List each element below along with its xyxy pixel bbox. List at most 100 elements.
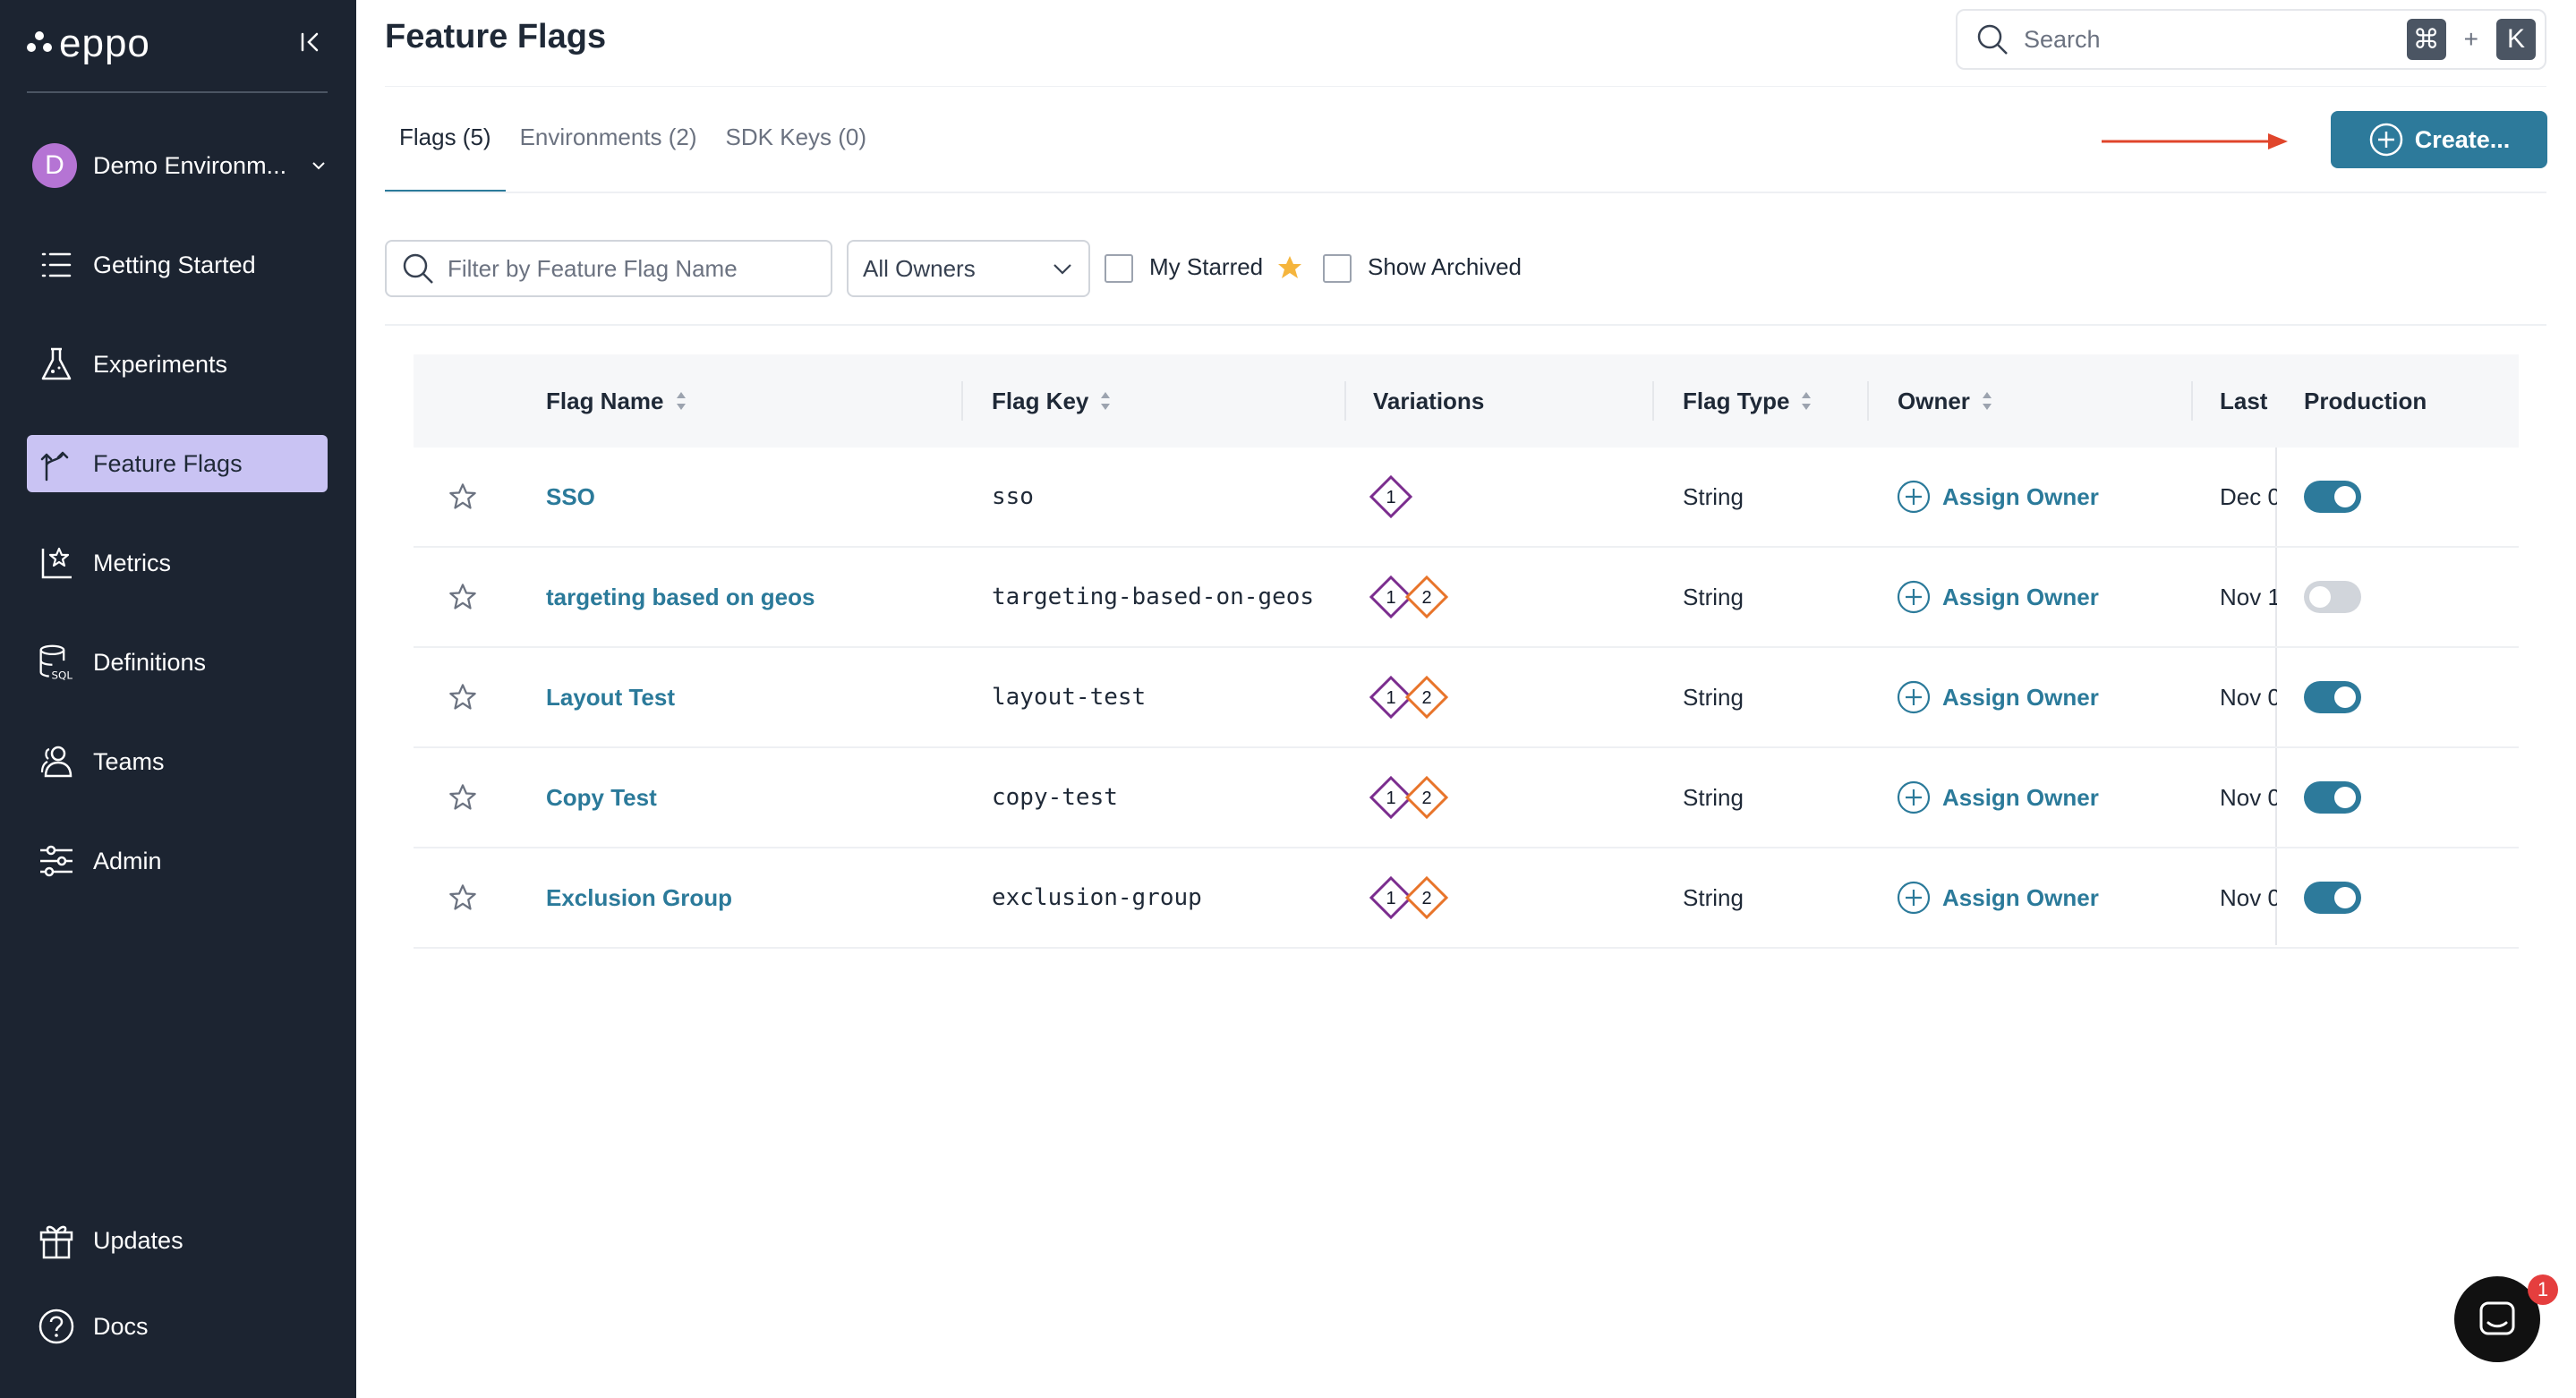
variation-label: 2 (1421, 688, 1431, 708)
sidebar-divider (27, 91, 328, 93)
flag-key: layout-test (992, 684, 1147, 711)
assign-owner-label: Assign Owner (1942, 482, 2099, 510)
global-search[interactable]: Search ⌘ + K (1956, 9, 2546, 70)
gift-icon (38, 1222, 75, 1259)
tabs-divider (385, 192, 2546, 193)
chat-icon (2479, 1301, 2515, 1335)
sort-icon[interactable] (1981, 389, 1993, 413)
variation-label: 1 (1386, 789, 1395, 808)
variation-diamond-icon: 1 (1369, 475, 1412, 518)
flag-name-link[interactable]: targeting based on geos (546, 548, 815, 646)
flag-name-link[interactable]: Copy Test (546, 748, 657, 847)
shortcut-plus: + (2463, 25, 2478, 53)
toggle-knob (2334, 787, 2356, 808)
sidebar-item-feature-flags[interactable]: Feature Flags (27, 435, 328, 492)
logo-text: eppo (59, 21, 150, 65)
filter-placeholder: Filter by Feature Flag Name (448, 254, 738, 282)
sidebar-item-teams[interactable]: Teams (27, 733, 328, 790)
star-icon[interactable] (448, 648, 478, 746)
production-cell (2304, 548, 2361, 646)
star-filled-icon (1278, 256, 1301, 278)
chat-unread-badge: 1 (2528, 1274, 2558, 1305)
toggle-knob (2334, 887, 2356, 908)
my-starred-label: My Starred (1149, 253, 1264, 280)
create-button[interactable]: Create... (2331, 111, 2547, 168)
collapse-sidebar-icon[interactable] (295, 27, 326, 57)
production-toggle[interactable] (2304, 681, 2361, 713)
column-header-production: Production (2304, 354, 2427, 448)
table-row[interactable]: Exclusion Group exclusion-group 1 2 String As… (414, 848, 2519, 949)
eppo-logo[interactable]: eppo (27, 20, 150, 68)
toggle-knob (2309, 586, 2331, 608)
column-header-flag-name[interactable]: Flag Name (546, 354, 687, 448)
tab-environments[interactable]: Environments (2) (506, 115, 712, 193)
sidebar-item-updates[interactable]: Updates (27, 1212, 328, 1269)
toggle-knob (2334, 686, 2356, 708)
star-icon[interactable] (448, 848, 478, 947)
owners-select-value: All Owners (863, 254, 976, 282)
flag-key: targeting-based-on-geos (992, 584, 1315, 610)
column-header-owner[interactable]: Owner (1898, 354, 1993, 448)
production-toggle[interactable] (2304, 481, 2361, 513)
sidebar-item-label: Updates (93, 1226, 183, 1254)
filter-divider (385, 324, 2546, 326)
sidebar-item-metrics[interactable]: Metrics (27, 534, 328, 592)
tab-sdk-keys[interactable]: SDK Keys (0) (712, 115, 882, 193)
show-archived-label: Show Archived (1368, 253, 1522, 280)
sidebar-item-docs[interactable]: Docs (27, 1298, 328, 1355)
create-button-label: Create... (2414, 125, 2511, 153)
environment-switcher[interactable]: D Demo Environm... (32, 143, 328, 188)
flask-icon (38, 345, 75, 383)
sidebar-item-experiments[interactable]: Experiments (27, 336, 328, 393)
variations-cell: 12 (1369, 748, 1448, 847)
table-row[interactable]: Copy Test copy-test 1 2 String Assign Owner No… (414, 748, 2519, 848)
app-root: eppo D Demo Environm... Getting Started … (0, 0, 2576, 1398)
logo-mark-icon (27, 31, 52, 56)
assign-owner-button[interactable]: Assign Owner (1896, 848, 2099, 947)
star-icon[interactable] (448, 548, 478, 646)
flag-name-link[interactable]: SSO (546, 448, 595, 546)
tab-flags[interactable]: Flags (5) (385, 115, 506, 193)
production-toggle[interactable] (2304, 882, 2361, 914)
sort-icon[interactable] (1800, 389, 1813, 413)
assign-owner-button[interactable]: Assign Owner (1896, 448, 2099, 546)
variation-label: 1 (1386, 588, 1395, 608)
show-archived-checkbox[interactable] (1323, 254, 1352, 283)
variation-label: 2 (1421, 789, 1431, 808)
owners-select[interactable]: All Owners (847, 240, 1090, 297)
search-icon (403, 253, 433, 284)
column-label: Last I (2220, 387, 2275, 414)
sidebar-item-admin[interactable]: Admin (27, 832, 328, 890)
sidebar-item-definitions[interactable]: SQL Definitions (27, 634, 328, 691)
flag-name-filter-input[interactable]: Filter by Feature Flag Name (385, 240, 832, 297)
table-row[interactable]: SSO sso 1 String Assign Owner Dec 0 (414, 448, 2519, 548)
column-divider (1652, 381, 1654, 421)
table-row[interactable]: targeting based on geos targeting-based-o… (414, 548, 2519, 648)
assign-owner-button[interactable]: Assign Owner (1896, 648, 2099, 746)
table-row[interactable]: Layout Test layout-test 1 2 String Assign Own… (414, 648, 2519, 748)
assign-owner-button[interactable]: Assign Owner (1896, 748, 2099, 847)
production-toggle[interactable] (2304, 581, 2361, 613)
column-header-flag-key[interactable]: Flag Key (992, 354, 1112, 448)
assign-owner-button[interactable]: Assign Owner (1896, 548, 2099, 646)
production-toggle[interactable] (2304, 781, 2361, 814)
sort-icon[interactable] (1099, 389, 1112, 413)
sidebar-item-getting-started[interactable]: Getting Started (27, 236, 328, 294)
sliders-icon (38, 842, 75, 880)
sidebar: eppo D Demo Environm... Getting Started … (0, 0, 356, 1398)
variations-cell: 1 (1369, 448, 1412, 546)
sort-icon[interactable] (675, 389, 687, 413)
flag-name-link[interactable]: Exclusion Group (546, 848, 732, 947)
people-icon (38, 743, 75, 780)
last-updated: Dec 0 (2220, 482, 2277, 510)
flag-key: sso (992, 483, 1034, 510)
plus-circle-icon (1896, 679, 1932, 715)
column-header-last-updated[interactable]: Last I (2220, 354, 2275, 448)
star-icon[interactable] (448, 748, 478, 847)
star-icon[interactable] (448, 448, 478, 546)
column-header-flag-type[interactable]: Flag Type (1683, 354, 1813, 448)
flag-name-link[interactable]: Layout Test (546, 648, 675, 746)
my-starred-checkbox[interactable] (1105, 254, 1133, 283)
plus-circle-icon (1896, 579, 1932, 615)
chevron-down-icon (1053, 264, 1071, 275)
